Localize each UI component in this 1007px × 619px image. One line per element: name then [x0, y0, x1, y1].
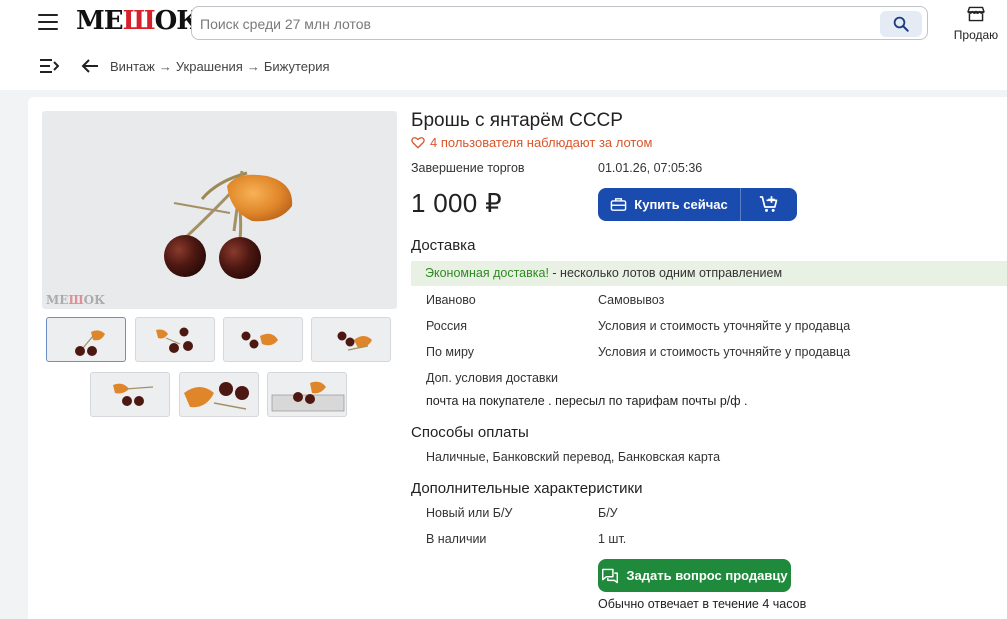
thumbnail-image	[184, 382, 249, 410]
back-arrow-icon[interactable]	[81, 58, 99, 74]
add-to-cart-button[interactable]	[741, 188, 797, 221]
breadcrumb-jewelry[interactable]: Украшения	[176, 59, 243, 74]
characteristic-value: Б/У	[598, 506, 618, 520]
thumbnail-image	[271, 381, 345, 412]
thumbnail-1[interactable]	[46, 317, 126, 362]
delivery-row-value: Условия и стоимость уточняйте у продавца	[598, 319, 851, 333]
promo-highlight[interactable]: Экономная доставка!	[425, 266, 549, 280]
search-button[interactable]	[880, 11, 922, 37]
thumbnail-7[interactable]	[267, 372, 347, 417]
breadcrumb-separator: →	[158, 59, 172, 74]
sell-button[interactable]: Продаю	[948, 6, 1004, 42]
buy-now-button[interactable]: Купить сейчас	[598, 188, 741, 221]
auction-end-label: Завершение торгов	[411, 161, 525, 175]
delivery-row-label: Россия	[426, 319, 467, 333]
reply-time: Обычно отвечает в течение 4 часов	[598, 597, 807, 611]
main-photo[interactable]: МЕШОК	[42, 111, 397, 309]
ask-seller-button[interactable]: Задать вопрос продавцу	[598, 559, 791, 592]
heart-icon	[411, 137, 425, 149]
delivery-row-label: Иваново	[426, 293, 476, 307]
search-input[interactable]	[200, 13, 870, 35]
thumbnail-6[interactable]	[179, 372, 259, 417]
menu-icon[interactable]	[38, 14, 58, 30]
thumbnail-4[interactable]	[311, 317, 391, 362]
cart-plus-icon	[759, 196, 778, 212]
sell-label: Продаю	[953, 28, 999, 42]
logo-accent: Ш	[122, 6, 156, 36]
thumbnail-2[interactable]	[135, 317, 215, 362]
characteristic-value: 1 шт.	[598, 532, 627, 546]
thumbnail-5[interactable]	[90, 372, 170, 417]
delivery-row-value: Самовывоз	[598, 293, 665, 307]
delivery-row-label: По миру	[426, 345, 475, 359]
breadcrumb-separator: →	[246, 59, 260, 74]
delivery-heading: Доставка	[411, 237, 476, 254]
brooch-image	[164, 170, 293, 279]
extra-delivery-note: почта на покупателе . пересыл по тарифам…	[426, 394, 748, 408]
thumbnail-image	[75, 330, 105, 356]
characteristics-heading: Дополнительные характеристики	[411, 480, 643, 497]
thumbnail-image	[337, 331, 372, 351]
site-header: МЕШОК Продаю Винтаж→Украшения→Бижутерия	[0, 0, 1007, 90]
logo-start: МЕ	[76, 6, 124, 36]
ask-seller-label: Задать вопрос продавцу	[626, 568, 788, 583]
briefcase-icon	[610, 198, 627, 211]
thumbnail-3[interactable]	[223, 317, 303, 362]
buy-now-label: Купить сейчас	[634, 197, 728, 212]
characteristic-label: Новый или Б/У	[426, 506, 513, 520]
payment-methods: Наличные, Банковский перевод, Банковская…	[426, 450, 721, 464]
watermark-start: МЕ	[46, 293, 69, 307]
photo-watermark: МЕШОК	[46, 293, 105, 307]
lot-price: 1 000 ₽	[411, 188, 502, 218]
site-logo[interactable]: МЕШОК	[76, 6, 200, 36]
breadcrumb: Винтаж → Украшения → Бижутерия	[110, 59, 330, 74]
chat-icon	[602, 568, 619, 583]
catalog-menu-icon[interactable]	[39, 58, 59, 74]
search-icon	[893, 16, 909, 32]
promo-text: - несколько лотов одним отправлением	[548, 266, 783, 280]
buy-now-group: Купить сейчас	[598, 188, 797, 221]
extra-delivery-label: Доп. условия доставки	[426, 371, 559, 385]
watchers-text: 4 пользователя наблюдают за лотом	[430, 135, 653, 150]
auction-end-value: 01.01.26, 07:05:36	[598, 161, 703, 175]
promo-banner: Экономная доставка! - несколько лотов од…	[411, 261, 1007, 286]
watchers-link[interactable]: 4 пользователя наблюдают за лотом	[411, 135, 652, 150]
characteristic-label: В наличии	[426, 532, 487, 546]
breadcrumb-vintage[interactable]: Винтаж	[110, 59, 155, 74]
search-bar	[191, 6, 928, 40]
lot-title: Брошь с янтарём СССР	[411, 110, 623, 131]
store-icon	[967, 6, 985, 22]
watermark-accent: Ш	[68, 293, 84, 307]
payment-heading: Способы оплаты	[411, 424, 529, 441]
watermark-end: ОК	[83, 293, 106, 307]
thumbnail-image	[113, 383, 154, 406]
delivery-row-value: Условия и стоимость уточняйте у продавца	[598, 345, 851, 359]
breadcrumb-bijouterie[interactable]: Бижутерия	[264, 59, 330, 74]
thumbnail-image	[241, 331, 278, 349]
thumbnail-image	[156, 327, 193, 353]
